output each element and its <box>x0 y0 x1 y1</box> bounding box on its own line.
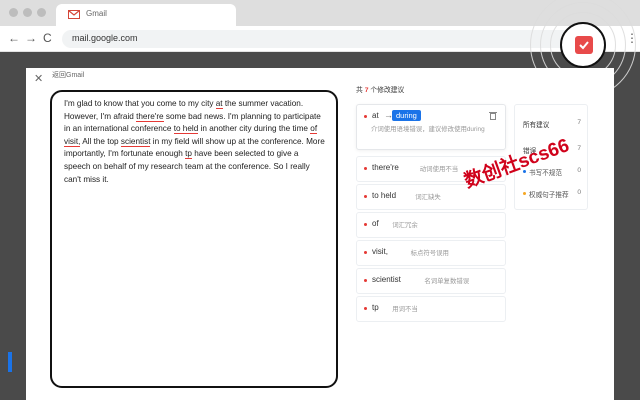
original-word: scientist <box>372 275 401 284</box>
category-dot-icon <box>523 192 526 195</box>
error-dot-icon <box>364 115 367 118</box>
error-type-label: 动词使用不当 <box>419 166 459 173</box>
tab-title: Gmail <box>86 9 107 18</box>
error-type-label: 词汇缺失 <box>415 194 441 201</box>
error-word[interactable]: scientist <box>120 136 151 147</box>
grammar-checker-icon <box>575 36 593 54</box>
filter-count: 0 <box>577 167 581 174</box>
trash-icon[interactable] <box>489 111 497 120</box>
address-url: mail.google.com <box>72 33 138 43</box>
error-type-label: 词汇冗余 <box>392 222 418 229</box>
error-dot-icon <box>364 251 367 254</box>
suggested-replacement-button[interactable]: during <box>392 110 421 121</box>
error-type-label: 标点符号误用 <box>410 250 449 257</box>
window-maximize-dot[interactable] <box>37 8 46 17</box>
error-dot-icon <box>364 223 367 226</box>
check-icon <box>579 41 589 50</box>
grammar-modal: ✕ 返回Gmail I'm glad to know that you come… <box>26 68 614 400</box>
original-word: to held <box>372 191 397 200</box>
essay-segment: I'm glad to know that you come to my cit… <box>64 99 216 108</box>
close-icon[interactable]: ✕ <box>34 72 43 85</box>
reload-icon[interactable]: C <box>43 31 52 45</box>
suggestion-count: 共 7 个修改建议 <box>356 84 404 94</box>
filter-label: 所有建议 <box>523 122 550 129</box>
original-word: visit, <box>372 247 388 256</box>
extension-button[interactable] <box>560 22 606 68</box>
error-word[interactable]: at <box>215 99 223 109</box>
filter-item[interactable]: 所有建议 7 <box>515 115 587 131</box>
error-dot-icon <box>364 279 367 282</box>
count-prefix: 共 <box>356 87 363 94</box>
suggestion-card[interactable]: visit, 标点符号误用 <box>356 240 506 266</box>
address-bar[interactable]: mail.google.com <box>62 30 582 48</box>
original-word: there're <box>372 163 399 172</box>
suggestion-card[interactable]: of 词汇冗余 <box>356 212 506 238</box>
essay-text[interactable]: I'm glad to know that you come to my cit… <box>64 98 326 186</box>
original-word: tp <box>372 303 379 312</box>
essay-editor[interactable]: I'm glad to know that you come to my cit… <box>50 90 338 388</box>
original-word: of <box>372 219 379 228</box>
count-number: 7 <box>364 87 369 94</box>
essay-segment: All the top <box>80 136 121 146</box>
filter-item[interactable]: 权威句子推荐 0 <box>515 185 587 201</box>
back-to-gmail-link[interactable]: 返回Gmail <box>52 70 84 80</box>
filter-count: 7 <box>577 119 581 126</box>
original-word: at <box>372 111 379 120</box>
suggestion-card[interactable]: at → during 介词使用语境错误，建议修改使用during <box>356 104 506 150</box>
suggestion-card[interactable]: scientist 名词单复数错误 <box>356 268 506 294</box>
error-dot-icon <box>364 307 367 310</box>
error-type-label: 名词单复数错误 <box>424 278 470 285</box>
error-word[interactable]: to held <box>173 124 199 135</box>
suggestion-card[interactable]: tp 用词不当 <box>356 296 506 322</box>
essay-segment: in another city during the time <box>198 124 311 134</box>
error-word[interactable]: tp <box>185 149 192 160</box>
error-word[interactable]: visit, <box>64 136 81 147</box>
filter-label: 权威句子推荐 <box>529 192 569 199</box>
suggestion-description: 介词使用语境错误，建议修改使用during <box>371 126 485 133</box>
error-type-label: 用词不当 <box>392 306 418 313</box>
error-word[interactable]: of <box>310 124 318 135</box>
count-suffix: 个修改建议 <box>370 87 405 94</box>
error-word[interactable]: there're <box>136 111 164 122</box>
error-dot-icon <box>364 195 367 198</box>
filter-count: 0 <box>577 189 581 196</box>
back-arrow-icon[interactable]: ← <box>8 31 20 45</box>
forward-arrow-icon[interactable]: → <box>25 31 37 45</box>
backdrop-accent-bar <box>8 352 12 372</box>
error-dot-icon <box>364 167 367 170</box>
browser-tab[interactable]: Gmail <box>56 4 236 26</box>
filter-count: 7 <box>577 145 581 152</box>
window-minimize-dot[interactable] <box>23 8 32 17</box>
window-close-dot[interactable] <box>9 8 18 17</box>
gmail-icon <box>68 10 80 19</box>
